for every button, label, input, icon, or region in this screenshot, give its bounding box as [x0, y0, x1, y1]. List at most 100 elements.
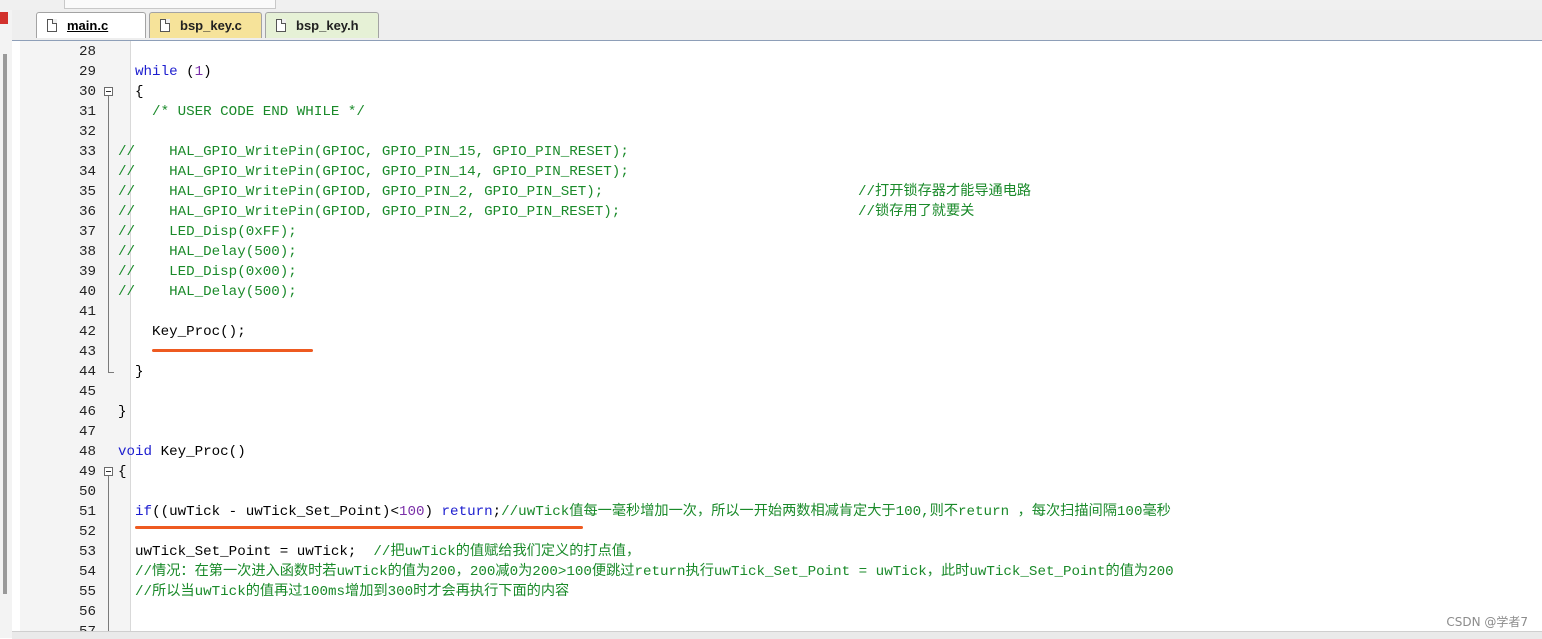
code-text: Key_Proc();: [118, 324, 246, 340]
trailing-comment: //锁存用了就要关: [858, 204, 975, 220]
line-number: 47: [78, 424, 96, 440]
line-number: 50: [78, 484, 96, 500]
code-text: if((uwTick - uwTick_Set_Point)<100) retu…: [135, 504, 1171, 520]
code-line[interactable]: 57: [12, 622, 1542, 631]
code-line[interactable]: 35 // HAL_GPIO_WritePin(GPIOD, GPIO_PIN_2…: [12, 182, 1542, 202]
code-line[interactable]: 33 // HAL_GPIO_WritePin(GPIOC, GPIO_PIN_1…: [12, 142, 1542, 162]
line-number: 35: [78, 184, 96, 200]
code-line[interactable]: 47: [12, 422, 1542, 442]
code-text: uwTick_Set_Point = uwTick; //把uwTick的值赋给…: [118, 544, 641, 560]
line-number: 46: [78, 404, 96, 420]
line-number: 44: [78, 364, 96, 380]
code-line[interactable]: 28: [12, 42, 1542, 62]
line-number: 54: [78, 564, 96, 580]
line-number: 33: [78, 144, 96, 160]
code-line[interactable]: 45: [12, 382, 1542, 402]
panel-scrollbar[interactable]: [3, 54, 7, 594]
line-number: 40: [78, 284, 96, 300]
code-text: // HAL_Delay(500);: [118, 284, 297, 300]
toolbar-fragment: [64, 0, 276, 9]
code-line[interactable]: 51 if((uwTick - uwTick_Set_Point)<100) r…: [12, 502, 1542, 522]
code-text: {: [118, 84, 144, 100]
code-text: {: [118, 464, 127, 480]
tab-bar: main.c bsp_key.c bsp_key.h: [12, 10, 1542, 41]
code-line[interactable]: 49 {: [12, 462, 1542, 482]
watermark: CSDN @学者7: [1446, 615, 1528, 629]
code-line[interactable]: 46}: [12, 402, 1542, 422]
highlight-underline-if-return: [135, 526, 583, 529]
fold-toggle-icon[interactable]: [104, 87, 113, 96]
code-text: while (1): [135, 64, 212, 80]
code-text: // HAL_GPIO_WritePin(GPIOD, GPIO_PIN_2, …: [118, 184, 604, 200]
code-line[interactable]: 54 //情况：在第一次进入函数时若uwTick的值为200，200减0为200…: [12, 562, 1542, 582]
tab-label: bsp_key.c: [180, 18, 242, 33]
code-text: // LED_Disp(0xFF);: [118, 224, 297, 240]
code-text: // HAL_GPIO_WritePin(GPIOC, GPIO_PIN_14,…: [118, 164, 629, 180]
trailing-comment: //打开锁存器才能导通电路: [858, 184, 1032, 200]
line-number: 38: [78, 244, 96, 260]
file-icon: [276, 19, 286, 32]
code-text: void Key_Proc(): [118, 444, 246, 460]
fold-end-marker: [108, 372, 114, 373]
line-number: 39: [78, 264, 96, 280]
code-line[interactable]: 50: [12, 482, 1542, 502]
line-number: 29: [78, 64, 96, 80]
tab-label: main.c: [67, 18, 109, 33]
line-number: 34: [78, 164, 96, 180]
line-number: 52: [78, 524, 96, 540]
code-text: //所以当uwTick的值再过100ms增加到300时才会再执行下面的内容: [135, 584, 570, 600]
line-number: 43: [78, 344, 96, 360]
code-line[interactable]: 38 // HAL_Delay(500);: [12, 242, 1542, 262]
line-number: 45: [78, 384, 96, 400]
line-number: 56: [78, 604, 96, 620]
code-line[interactable]: 29 while (1): [12, 62, 1542, 82]
fold-guide: [108, 96, 109, 372]
code-line[interactable]: 53 uwTick_Set_Point = uwTick; //把uwTick的…: [12, 542, 1542, 562]
tab-main-c[interactable]: main.c: [36, 12, 146, 38]
close-marker-icon[interactable]: [0, 12, 8, 24]
line-number: 48: [78, 444, 96, 460]
code-text: // HAL_GPIO_WritePin(GPIOC, GPIO_PIN_15,…: [118, 144, 629, 160]
tab-label: bsp_key.h: [296, 18, 359, 33]
line-number: 36: [78, 204, 96, 220]
fold-guide: [108, 476, 109, 631]
code-line[interactable]: 52: [12, 522, 1542, 542]
fold-toggle-icon[interactable]: [104, 467, 113, 476]
line-number: 41: [78, 304, 96, 320]
file-icon: [160, 19, 170, 32]
line-number: 55: [78, 584, 96, 600]
code-line[interactable]: 44 }: [12, 362, 1542, 382]
line-number: 53: [78, 544, 96, 560]
line-number: 32: [78, 124, 96, 140]
line-number: 30: [78, 84, 96, 100]
tab-bsp-key-c[interactable]: bsp_key.c: [149, 12, 262, 38]
line-number: 42: [78, 324, 96, 340]
code-line[interactable]: 42 Key_Proc();: [12, 322, 1542, 342]
code-line[interactable]: 32: [12, 122, 1542, 142]
tab-bsp-key-h[interactable]: bsp_key.h: [265, 12, 379, 38]
code-line[interactable]: 41: [12, 302, 1542, 322]
code-line[interactable]: 34 // HAL_GPIO_WritePin(GPIOC, GPIO_PIN_1…: [12, 162, 1542, 182]
line-number: 57: [56, 622, 96, 631]
code-line[interactable]: 37 // LED_Disp(0xFF);: [12, 222, 1542, 242]
code-text: // HAL_Delay(500);: [118, 244, 297, 260]
code-line[interactable]: 56: [12, 602, 1542, 622]
line-number: 31: [78, 104, 96, 120]
code-line[interactable]: 39 // LED_Disp(0x00);: [12, 262, 1542, 282]
line-number: 51: [78, 504, 96, 520]
code-text: }: [118, 364, 144, 380]
code-line[interactable]: 55 //所以当uwTick的值再过100ms增加到300时才会再执行下面的内容: [12, 582, 1542, 602]
highlight-underline-key-proc-call: [152, 349, 313, 352]
code-line[interactable]: 36 // HAL_GPIO_WritePin(GPIOD, GPIO_PIN_2…: [12, 202, 1542, 222]
code-text: }: [118, 404, 127, 420]
code-editor[interactable]: 28 29 while (1) 30 {31 /* USER CODE END WH…: [12, 41, 1542, 631]
code-text: //情况：在第一次进入函数时若uwTick的值为200，200减0为200>10…: [135, 564, 1174, 580]
code-line[interactable]: 43: [12, 342, 1542, 362]
line-number: 28: [78, 44, 96, 60]
code-line[interactable]: 48 void Key_Proc(): [12, 442, 1542, 462]
code-text: // LED_Disp(0x00);: [118, 264, 297, 280]
line-number: 37: [78, 224, 96, 240]
code-line[interactable]: 30 {: [12, 82, 1542, 102]
code-line[interactable]: 40 // HAL_Delay(500);: [12, 282, 1542, 302]
code-line[interactable]: 31 /* USER CODE END WHILE */: [12, 102, 1542, 122]
